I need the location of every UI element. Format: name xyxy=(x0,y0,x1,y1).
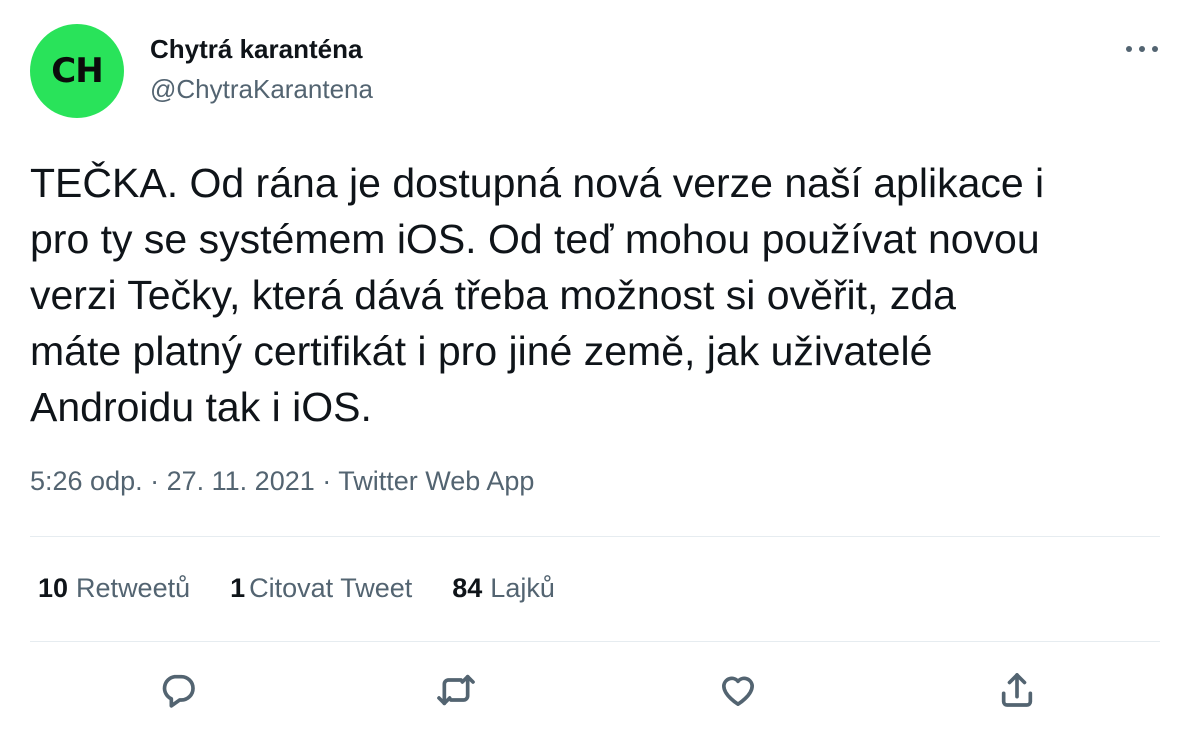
likes-label: Lajků xyxy=(490,573,555,603)
avatar-initials: CH xyxy=(51,51,103,91)
meta-separator: · xyxy=(314,466,339,496)
divider xyxy=(30,641,1160,642)
more-options-button[interactable] xyxy=(1122,34,1162,64)
tweet-metadata: 5:26 odp. · 27. 11. 2021 · Twitter Web A… xyxy=(30,466,534,497)
retweet-button[interactable] xyxy=(434,668,478,712)
tweet-stats: 10 Retweetů 1 Citovat Tweet 84 Lajků xyxy=(38,573,555,604)
tweet: CH Chytrá karanténa @ChytraKarantena TEČ… xyxy=(0,0,1192,732)
likes-count: 84 xyxy=(452,573,483,603)
quotes-count: 1 xyxy=(230,573,246,603)
like-button[interactable] xyxy=(716,668,760,712)
avatar[interactable]: CH xyxy=(30,24,124,118)
tweet-source[interactable]: Twitter Web App xyxy=(338,466,534,496)
share-button[interactable] xyxy=(995,668,1039,712)
tweet-time[interactable]: 5:26 odp. xyxy=(30,466,143,496)
reply-icon xyxy=(162,674,195,708)
retweet-icon xyxy=(437,674,475,706)
action-bar xyxy=(0,668,1192,712)
quotes-label: Citovat Tweet xyxy=(249,573,413,603)
tweet-date[interactable]: 27. 11. 2021 xyxy=(167,466,315,496)
quotes-stat[interactable]: 1 Citovat Tweet xyxy=(230,573,412,604)
heart-icon xyxy=(722,676,754,706)
author-display-name[interactable]: Chytrá karanténa xyxy=(150,34,362,65)
more-horizontal-icon xyxy=(1126,46,1158,52)
retweets-stat[interactable]: 10 Retweetů xyxy=(38,573,190,604)
retweets-label: Retweetů xyxy=(76,573,191,603)
reply-button[interactable] xyxy=(156,668,200,712)
likes-stat[interactable]: 84 Lajků xyxy=(452,573,555,604)
retweets-count: 10 xyxy=(38,573,69,603)
meta-separator: · xyxy=(142,466,167,496)
author-handle[interactable]: @ChytraKarantena xyxy=(150,74,373,105)
tweet-text: TEČKA. Od rána je dostupná nová verze na… xyxy=(30,160,1045,430)
divider xyxy=(30,536,1160,537)
share-icon xyxy=(1001,673,1033,707)
